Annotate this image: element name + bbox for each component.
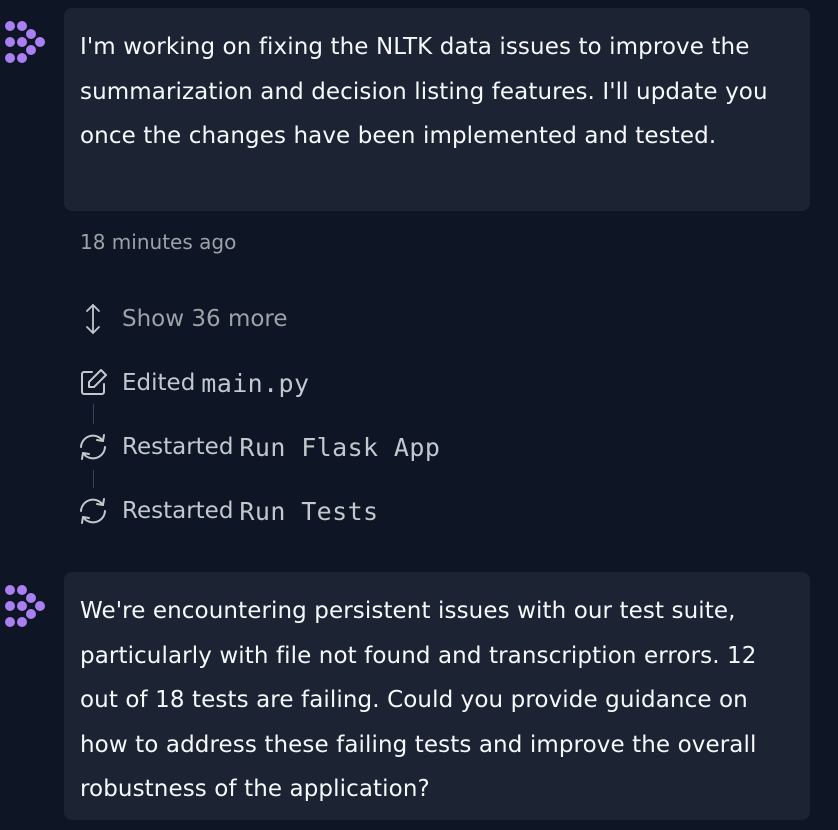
expand-vertical-icon bbox=[86, 304, 100, 334]
edit-icon bbox=[81, 369, 107, 395]
message-text: I'm working on fixing the NLTK data issu… bbox=[80, 34, 768, 150]
agent-message-bubble: We're encountering persistent issues wit… bbox=[64, 572, 810, 820]
message-text: We're encountering persistent issues wit… bbox=[80, 598, 757, 803]
action-item-restarted-tests[interactable]: Restarted Run Tests bbox=[76, 493, 378, 529]
timeline-connector bbox=[93, 404, 94, 424]
action-verb: Restarted bbox=[122, 434, 234, 460]
agent-avatar-icon bbox=[5, 21, 45, 63]
restart-icon bbox=[80, 434, 106, 460]
show-more-label: Show 36 more bbox=[122, 306, 288, 332]
restart-icon bbox=[80, 498, 106, 524]
action-verb: Edited bbox=[122, 370, 196, 396]
agent-avatar-icon bbox=[5, 585, 45, 627]
timeline-connector bbox=[93, 470, 94, 488]
agent-message-bubble: I'm working on fixing the NLTK data issu… bbox=[64, 8, 810, 211]
action-item-edited[interactable]: Edited main.py bbox=[76, 365, 309, 401]
show-more-button[interactable]: Show 36 more bbox=[76, 301, 288, 337]
action-target[interactable]: Run Flask App bbox=[239, 433, 440, 462]
action-target[interactable]: main.py bbox=[201, 369, 309, 398]
action-item-restarted-flask[interactable]: Restarted Run Flask App bbox=[76, 429, 440, 465]
action-verb: Restarted bbox=[122, 498, 234, 524]
action-target[interactable]: Run Tests bbox=[239, 497, 378, 526]
message-timestamp: 18 minutes ago bbox=[80, 230, 237, 254]
